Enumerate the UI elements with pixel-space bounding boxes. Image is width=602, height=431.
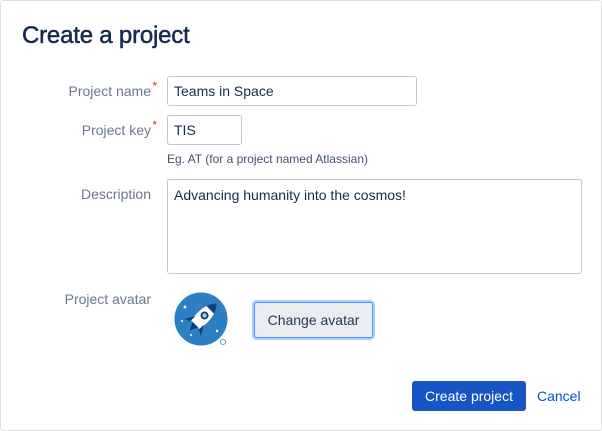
change-avatar-button[interactable]: Change avatar (254, 302, 373, 338)
project-key-label-text: Project key (81, 122, 151, 138)
description-label-text: Description (80, 186, 151, 202)
project-key-label: Project key * (81, 118, 157, 138)
required-mark: * (152, 79, 157, 93)
project-name-label-text: Project name (68, 83, 151, 99)
create-project-button[interactable]: Create project (412, 381, 526, 411)
description-label: Description (81, 186, 151, 202)
cancel-link[interactable]: Cancel (537, 388, 581, 404)
project-name-input[interactable] (167, 76, 417, 106)
required-mark: * (152, 118, 157, 132)
rocket-avatar-icon (173, 291, 229, 347)
project-name-label: Project name * (68, 79, 157, 99)
create-project-dialog: Create a project Project name * Project … (0, 0, 602, 431)
project-key-input[interactable] (167, 115, 242, 145)
description-textarea[interactable]: Advancing humanity into the cosmos! (167, 179, 582, 274)
project-avatar-label-text: Project avatar (64, 291, 151, 307)
project-avatar-label: Project avatar (65, 291, 151, 307)
dialog-title: Create a project (22, 22, 190, 50)
project-key-hint: Eg. AT (for a project named Atlassian) (167, 152, 368, 166)
